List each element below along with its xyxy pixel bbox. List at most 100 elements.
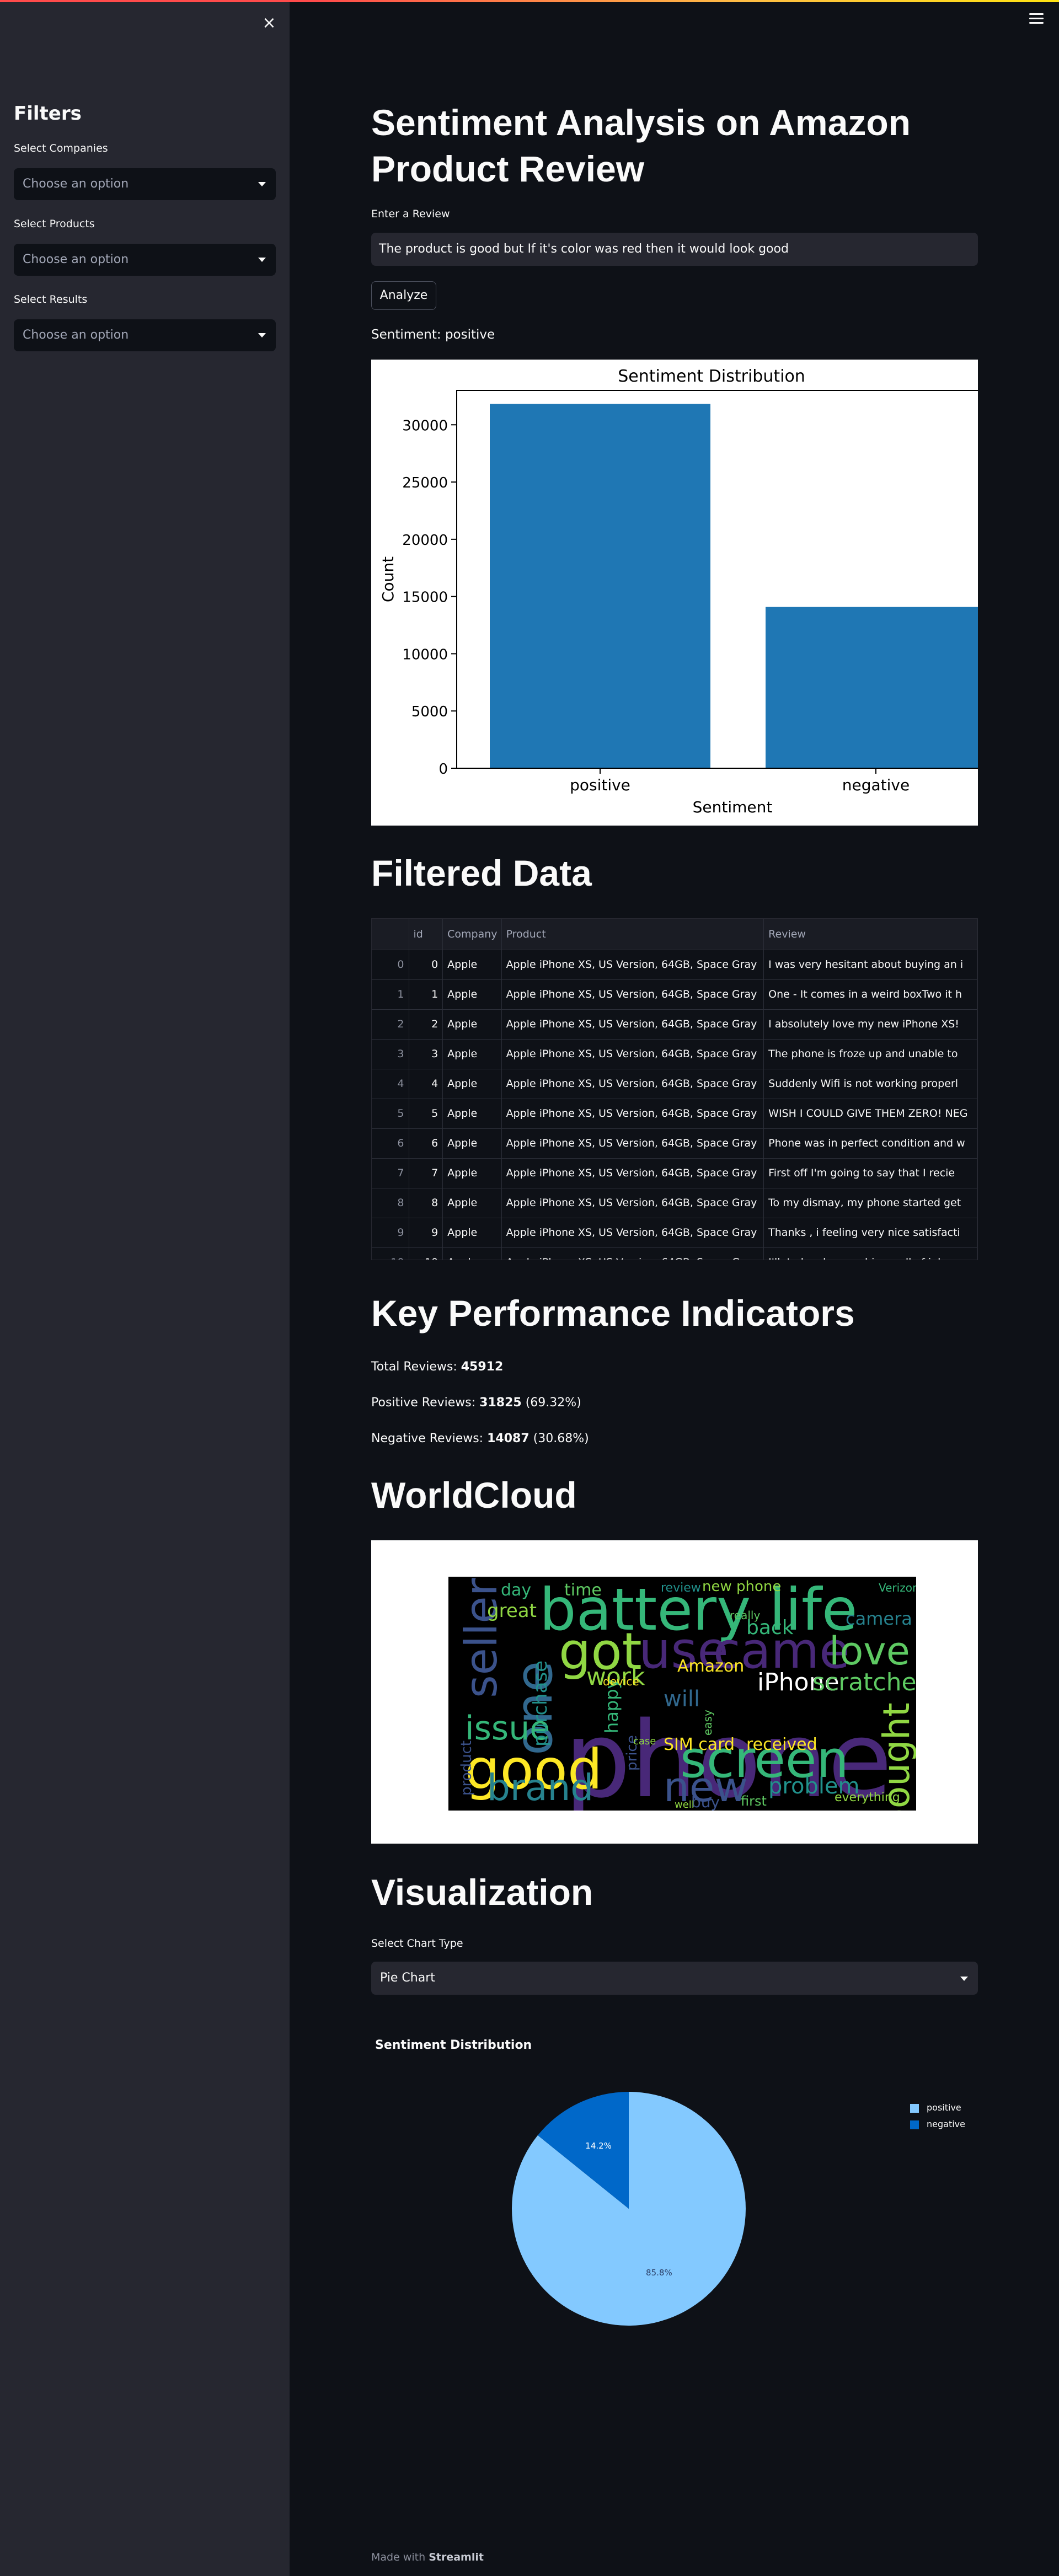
table-cell: Apple iPhone XS, US Version, 64GB, Space… (501, 1188, 764, 1218)
table-row[interactable]: 8 8 Apple Apple iPhone XS, US Version, 64GB… (372, 1188, 977, 1218)
wordcloud-heading: WorldCloud (371, 1475, 577, 1515)
table-cell: Suddenly Wifi is not working properl (763, 1069, 977, 1099)
page-title: Sentiment Analysis on Amazon Product Rev… (371, 102, 911, 189)
review-label: Enter a Review (371, 208, 450, 220)
table-cell: Apple (442, 1218, 502, 1248)
table-cell: I absolutely love my new iPhone XS! (763, 1009, 977, 1040)
table-cell: Apple iPhone XS, US Version, 64GB, Space… (501, 1247, 764, 1260)
review-input[interactable]: The product is good but If it's color wa… (371, 233, 978, 266)
pie-slice-label-positive: 85.8% (646, 2268, 672, 2278)
sidebar: × Filters Select Companies Choose an opt… (0, 0, 290, 2576)
pie-chart-svg: 85.8% 14.2% (512, 2092, 746, 2326)
wordcloud-word: buy (691, 1793, 720, 1811)
hamburger-menu-icon[interactable] (1029, 13, 1044, 25)
y-tick-label: 30000 (402, 417, 448, 434)
wordcloud-word: Verizon (879, 1581, 916, 1594)
y-tick-label: 20000 (402, 532, 448, 549)
table-cell: Apple iPhone XS, US Version, 64GB, Space… (501, 1218, 764, 1248)
wordcloud-word: case (633, 1736, 656, 1747)
y-axis-label: Count (379, 556, 397, 602)
table-cell: 7 (372, 1158, 409, 1188)
top-decoration-bar (0, 0, 1059, 2)
table-cell: Apple (442, 1039, 502, 1069)
wordcloud-word: great (487, 1600, 537, 1622)
wordcloud-word: SIM card (664, 1735, 735, 1754)
legend-item-positive[interactable]: positive (910, 2102, 961, 2113)
table-cell: Apple iPhone XS, US Version, 64GB, Space… (501, 1039, 764, 1069)
wordcloud-word: really (730, 1609, 761, 1622)
results-label: Select Results (14, 293, 88, 306)
table-row[interactable]: 0 0 Apple Apple iPhone XS, US Version, 64GB… (372, 950, 977, 980)
table-row[interactable]: 1 1 Apple Apple iPhone XS, US Version, 64GB… (372, 979, 977, 1010)
table-cell: 9 (409, 1218, 443, 1248)
footer-brand-link[interactable]: Streamlit (429, 2551, 484, 2563)
table-cell: I was very hesitant about buying an i (763, 950, 977, 980)
kpi-negative-label: Negative Reviews: (371, 1432, 484, 1445)
chevron-down-icon (258, 182, 266, 186)
table-cell: Phone was in perfect condition and w (763, 1128, 977, 1159)
table-cell: Apple (442, 1158, 502, 1188)
filtered-data-heading: Filtered Data (371, 853, 592, 893)
chevron-down-icon (258, 333, 266, 338)
bar-positive (490, 404, 710, 768)
table-row[interactable]: 4 4 Apple Apple iPhone XS, US Version, 64GB… (372, 1069, 977, 1099)
filtered-data-table[interactable]: id Company Product Review 0 0 Apple Apple iPho… (371, 918, 978, 1260)
table-row[interactable]: 9 9 Apple Apple iPhone XS, US Version, 64GB… (372, 1218, 977, 1248)
table-row[interactable]: 3 3 Apple Apple iPhone XS, US Version, 64GB… (372, 1039, 977, 1069)
table-cell: 2 (372, 1009, 409, 1040)
products-select[interactable]: Choose an option (14, 244, 276, 276)
column-header[interactable] (372, 919, 409, 950)
chart-type-label: Select Chart Type (371, 1937, 463, 1950)
wordcloud-word: day (501, 1581, 532, 1600)
column-header[interactable]: Review (763, 919, 977, 950)
table-cell: 3 (372, 1039, 409, 1069)
wordcloud-image: phone battery life screen good got use came lov… (448, 1577, 916, 1811)
table-row[interactable]: 2 2 Apple Apple iPhone XS, US Version, 64GB… (372, 1009, 977, 1040)
legend-swatch-negative (910, 2120, 919, 2129)
companies-select[interactable]: Choose an option (14, 168, 276, 200)
y-tick-label: 15000 (402, 590, 448, 606)
wordcloud-word: review (661, 1581, 701, 1595)
wordcloud-word: will (664, 1686, 700, 1712)
sentiment-result: Sentiment: positive (371, 328, 495, 342)
results-select[interactable]: Choose an option (14, 319, 276, 351)
pie-chart-title: Sentiment Distribution (375, 2038, 532, 2052)
close-icon[interactable]: × (259, 13, 279, 33)
results-placeholder: Choose an option (23, 328, 129, 342)
products-label: Select Products (14, 218, 95, 230)
footer: Made with Streamlit (371, 2551, 484, 2563)
wordcloud-word: time (564, 1581, 602, 1600)
wordcloud-word: received (746, 1735, 817, 1754)
table-cell: 6 (409, 1128, 443, 1159)
table-cell: 0 (409, 950, 443, 980)
column-header[interactable]: Company (442, 919, 502, 950)
kpi-total: Total Reviews: 45912 (371, 1360, 503, 1374)
column-header[interactable]: id (409, 919, 443, 950)
wordcloud-word: well (675, 1799, 694, 1811)
analyze-button[interactable]: Analyze (371, 281, 436, 310)
kpi-positive-label: Positive Reviews: (371, 1396, 476, 1410)
table-cell: 4 (409, 1069, 443, 1099)
kpi-positive: Positive Reviews: 31825 (69.32%) (371, 1396, 581, 1410)
visualization-heading: Visualization (371, 1872, 593, 1913)
table-row[interactable]: 7 7 Apple Apple iPhone XS, US Version, 64GB… (372, 1158, 977, 1188)
y-tick-label: 5000 (411, 704, 448, 720)
kpi-positive-pct: (69.32%) (525, 1396, 581, 1410)
table-row[interactable]: 1010AppleApple iPhone XS, US Version, 64… (372, 1247, 977, 1260)
table-row[interactable]: 5 5 Apple Apple iPhone XS, US Version, 64GB… (372, 1099, 977, 1129)
table-cell: I'll, to be clear, a shiny wall of ink (763, 1247, 977, 1260)
wordcloud-word: purchase (530, 1660, 552, 1747)
wordcloud-word: camera (846, 1608, 912, 1629)
table-row[interactable]: 6 6 Apple Apple iPhone XS, US Version, 64GB… (372, 1128, 977, 1159)
legend-label-positive: positive (927, 2102, 961, 2113)
legend-item-negative[interactable]: negative (910, 2119, 965, 2129)
table-cell: 3 (409, 1039, 443, 1069)
x-tick-label-positive: positive (570, 776, 630, 794)
chart-type-select[interactable]: Pie Chart (371, 1962, 978, 1995)
wordcloud-word: Amazon (677, 1657, 745, 1676)
column-header[interactable]: Product (501, 919, 764, 950)
wordcloud-word: easy (701, 1710, 714, 1736)
kpi-negative-value: 14087 (487, 1432, 530, 1445)
table-cell: Apple iPhone XS, US Version, 64GB, Space… (501, 1069, 764, 1099)
y-tick-label: 25000 (402, 475, 448, 491)
